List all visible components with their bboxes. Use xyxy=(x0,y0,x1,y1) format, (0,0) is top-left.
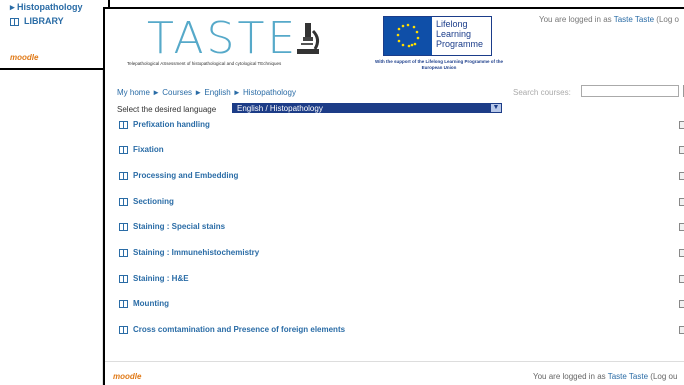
course-link[interactable]: Processing and Embedding xyxy=(133,171,363,181)
course-item[interactable]: Mounting xyxy=(119,299,363,309)
taste-logo: TASTE xyxy=(147,13,299,64)
logout-link[interactable]: (Log o xyxy=(654,15,679,24)
course-link[interactable]: Mounting xyxy=(133,299,363,309)
course-link[interactable]: Staining : Immunehistochemistry xyxy=(133,248,363,258)
background-left-panel xyxy=(0,70,103,385)
course-item[interactable]: Staining : Special stains xyxy=(119,222,363,232)
course-item[interactable]: Fixation xyxy=(119,145,363,155)
bg-item-library[interactable]: LIBRARY xyxy=(10,16,64,26)
chevron-down-icon: ▼ xyxy=(491,104,501,112)
course-checkbox[interactable] xyxy=(679,121,684,129)
language-select[interactable]: English / Histopathology ▼ xyxy=(232,103,502,113)
course-checkbox[interactable] xyxy=(679,249,684,257)
book-icon xyxy=(119,326,128,334)
search-label: Search courses: xyxy=(513,88,571,97)
logo-subtitle: Telepathological ASsessment of histopath… xyxy=(127,61,282,66)
course-link[interactable]: Sectioning xyxy=(133,197,363,207)
bg-item-histopathology[interactable]: ▸ Histopathology xyxy=(10,2,83,13)
book-icon xyxy=(119,121,128,129)
book-icon xyxy=(119,198,128,206)
course-link[interactable]: Cross comtamination and Presence of fore… xyxy=(133,325,363,335)
course-checkbox[interactable] xyxy=(679,275,684,283)
book-icon xyxy=(119,172,128,180)
footer-divider xyxy=(105,361,684,362)
book-icon xyxy=(119,146,128,154)
course-checkbox[interactable] xyxy=(679,300,684,308)
course-link[interactable]: Staining : Special stains xyxy=(133,222,363,232)
eu-programme-text: Lifelong Learning Programme xyxy=(436,19,484,49)
course-link[interactable]: Fixation xyxy=(133,145,363,155)
course-item[interactable]: Staining : Immunehistochemistry xyxy=(119,248,363,258)
course-checkbox[interactable] xyxy=(679,198,684,206)
microscope-icon xyxy=(297,23,320,54)
course-link[interactable]: Prefixation handling xyxy=(133,120,363,130)
book-icon xyxy=(10,17,19,26)
page-header: TASTE Telepathological ASsessment of his… xyxy=(105,9,684,79)
course-item[interactable]: Prefixation handling xyxy=(119,120,363,130)
book-icon xyxy=(119,275,128,283)
course-link[interactable]: Staining : H&E xyxy=(133,274,363,284)
course-item[interactable]: Processing and Embedding xyxy=(119,171,363,181)
book-icon xyxy=(119,300,128,308)
course-checkbox[interactable] xyxy=(679,326,684,334)
course-checkbox[interactable] xyxy=(679,223,684,231)
course-checkbox[interactable] xyxy=(679,146,684,154)
book-icon xyxy=(119,249,128,257)
user-link[interactable]: Taste Taste xyxy=(608,372,648,381)
breadcrumb[interactable]: My home ► Courses ► English ► Histopatho… xyxy=(117,88,296,97)
main-window: TASTE Telepathological ASsessment of his… xyxy=(103,7,684,385)
user-link[interactable]: Taste Taste xyxy=(614,15,654,24)
eu-flag-icon xyxy=(384,17,432,55)
course-item[interactable]: Sectioning xyxy=(119,197,363,207)
moodle-logo: moodle xyxy=(10,53,39,62)
course-item[interactable]: Staining : H&E xyxy=(119,274,363,284)
course-item[interactable]: Cross comtamination and Presence of fore… xyxy=(119,325,363,335)
course-checkbox[interactable] xyxy=(679,172,684,180)
background-window: ▸ Histopathology LIBRARY moodle xyxy=(0,0,110,70)
search-input[interactable] xyxy=(581,85,679,97)
eu-programme-logo: Lifelong Learning Programme xyxy=(383,16,492,56)
login-info-top: You are logged in as Taste Taste (Log o xyxy=(539,15,679,24)
book-icon xyxy=(119,223,128,231)
logout-link[interactable]: (Log ou xyxy=(648,372,677,381)
language-label: Select the desired language xyxy=(117,105,217,114)
eu-support-text: With the support of the Lifelong Learnin… xyxy=(375,59,503,70)
login-info-bottom: You are logged in as Taste Taste (Log ou xyxy=(533,372,678,381)
moodle-logo[interactable]: moodle xyxy=(113,372,141,381)
